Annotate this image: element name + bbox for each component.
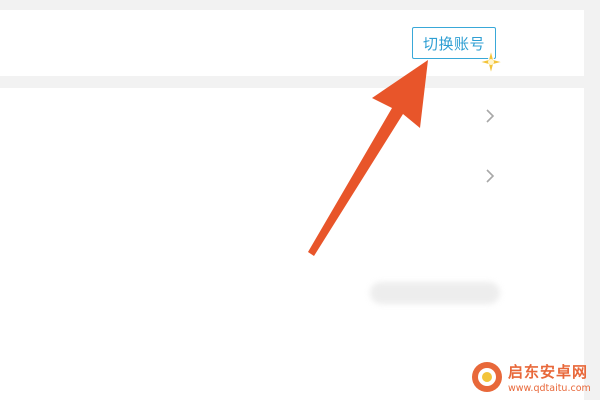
sparkle-icon — [478, 49, 504, 75]
list-item[interactable] — [0, 88, 584, 144]
watermark-url: www.qdtaitu.com — [508, 382, 591, 394]
blurred-text — [370, 282, 500, 304]
watermark-logo-icon — [472, 362, 502, 392]
watermark-name: 启东安卓网 — [508, 362, 589, 381]
chevron-right-icon — [486, 169, 495, 183]
watermark: 启东安卓网 www.qdtaitu.com — [470, 355, 598, 399]
chevron-right-icon — [486, 109, 495, 123]
list-item[interactable] — [0, 148, 584, 204]
